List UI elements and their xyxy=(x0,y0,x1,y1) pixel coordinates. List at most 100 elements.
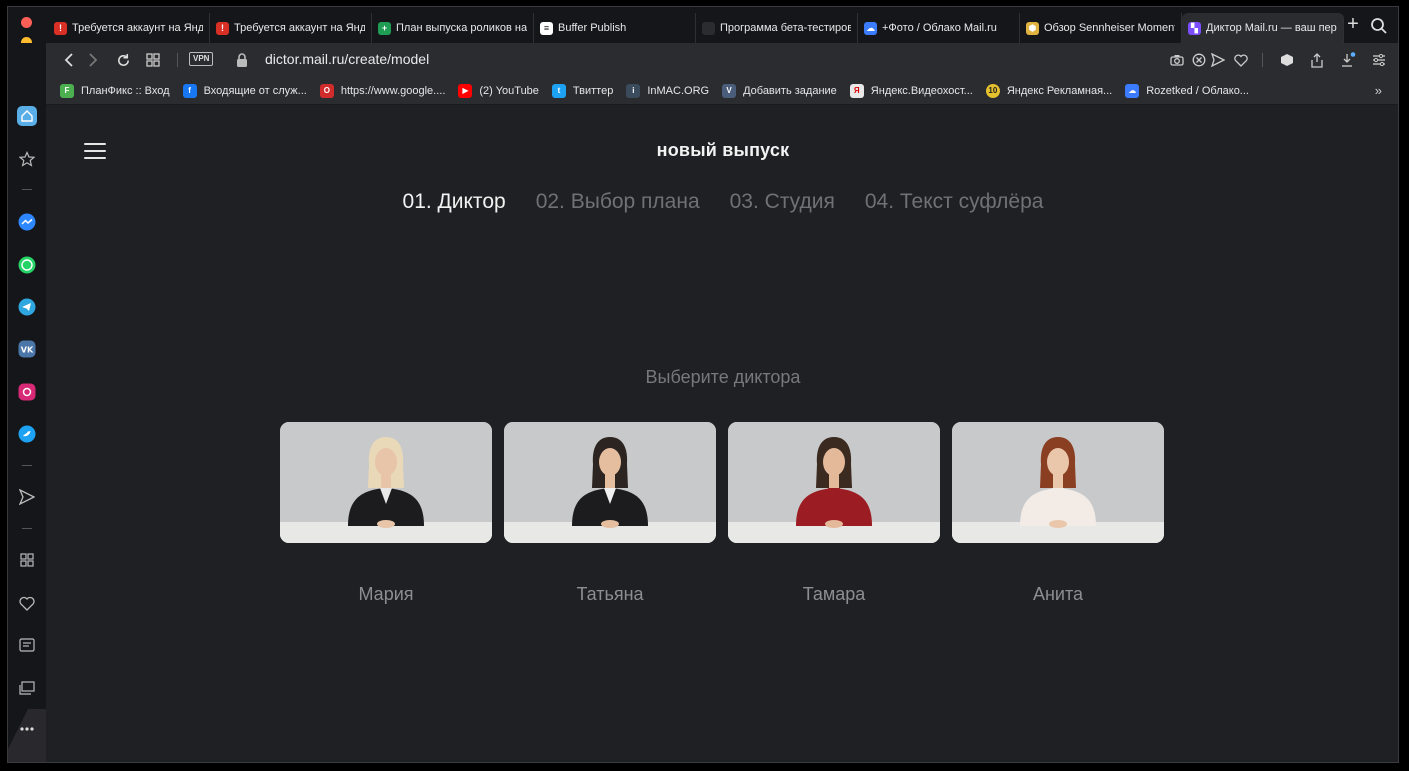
history-icon[interactable] xyxy=(17,678,37,698)
twitter-icon[interactable] xyxy=(17,424,37,444)
sidebar: VK xyxy=(8,43,133,762)
sidebar-separator xyxy=(22,528,32,529)
presenter-name: Мария xyxy=(358,584,414,604)
whatsapp-icon[interactable] xyxy=(17,255,37,275)
ad-block-icon[interactable] xyxy=(1190,51,1208,69)
lock-icon[interactable] xyxy=(233,51,251,69)
sheets-icon: + xyxy=(378,21,391,35)
bookmark-item[interactable]: ☁ Rozetked / Облако... xyxy=(1125,83,1249,98)
presenter-photo[interactable] xyxy=(952,422,1164,543)
vk-icon[interactable]: VK xyxy=(17,339,37,359)
instagram-icon[interactable] xyxy=(17,382,37,402)
tab-strip: ! Требуется аккаунт на Яндекс! Требуется а… xyxy=(8,7,1398,68)
new-tab-button[interactable]: + xyxy=(1343,13,1363,37)
bookmark-label: Добавить задание xyxy=(743,84,837,97)
star-icon[interactable] xyxy=(17,149,37,169)
share-icon[interactable] xyxy=(1308,51,1326,69)
presenter-photo[interactable] xyxy=(280,422,492,543)
v-icon: V xyxy=(722,83,737,98)
bookmark-label: InMAC.ORG xyxy=(647,84,710,97)
bookmark-label: Rozetked / Облако... xyxy=(1146,84,1249,97)
messenger-icon[interactable] xyxy=(17,212,37,232)
opera-icon: O xyxy=(319,83,334,98)
sidebar-separator xyxy=(22,465,32,466)
step-4[interactable]: 04. Текст суфлёра xyxy=(865,190,1044,214)
bookmarks-heart-icon[interactable] xyxy=(17,593,37,613)
more-options-icon[interactable] xyxy=(17,719,37,739)
page-title: новый выпуск xyxy=(656,140,790,160)
my-flow-icon[interactable] xyxy=(17,487,37,507)
presenter-card[interactable]: Тамара xyxy=(728,422,940,605)
bookmark-item[interactable]: Я Яндекс.Видеохост... xyxy=(849,83,973,98)
downloads-icon[interactable] xyxy=(1339,51,1357,69)
bookmark-item[interactable]: i InMAC.ORG xyxy=(626,83,710,98)
close-window-button[interactable] xyxy=(21,17,32,28)
vpn-badge[interactable]: VPN xyxy=(189,52,214,66)
page-content: новый выпуск 01. Диктор 02. Выбор плана 03… xyxy=(46,105,1398,762)
bookmark-item[interactable]: 10 Яндекс Рекламная... xyxy=(985,83,1113,98)
url-field[interactable]: dictor.mail.ru/create/model xyxy=(265,51,429,67)
presenter-name: Тамара xyxy=(802,584,866,604)
browser-tab[interactable]: ⬢ Обзор Sennheiser Momentum xyxy=(1020,13,1182,43)
bookmark-item[interactable]: ▶ (2) YouTube xyxy=(458,83,539,98)
news-icon[interactable] xyxy=(17,635,37,655)
search-tabs-icon[interactable] xyxy=(1370,17,1388,35)
browser-tab[interactable]: ! Требуется аккаунт на Яндекс xyxy=(48,13,210,43)
facebook-icon: f xyxy=(182,83,197,98)
buffer-icon: ≡ xyxy=(540,21,553,35)
camera-icon[interactable] xyxy=(1168,51,1186,69)
bookmark-item[interactable]: V Добавить задание xyxy=(722,83,837,98)
address-bar: VPN dictor.mail.ru/create/model xyxy=(46,43,1398,77)
reload-icon[interactable] xyxy=(114,51,132,69)
presenter-name: Анита xyxy=(1032,584,1084,604)
browser-tab[interactable]: + План выпуска роликов на xyxy=(372,13,534,43)
presenter-photo[interactable] xyxy=(728,422,940,543)
presenter-card[interactable]: Мария xyxy=(280,422,492,605)
speed-dial-icon[interactable] xyxy=(17,550,37,570)
youtube-icon: ▶ xyxy=(458,83,473,98)
step-3[interactable]: 03. Студия xyxy=(730,190,835,214)
browser-tab[interactable]: ☁ +Фото / Облако Mail.ru xyxy=(858,13,1020,43)
twitter-icon: t xyxy=(551,83,566,98)
telegram-icon[interactable] xyxy=(17,297,37,317)
inmac-icon: i xyxy=(626,83,641,98)
bookmark-label: ПланФикс :: Вход xyxy=(81,84,170,97)
presenter-name: Татьяна xyxy=(576,584,644,604)
browser-tab[interactable]: Программа бета-тестирования xyxy=(696,13,858,43)
bookmark-item[interactable]: f Входящие от служ... xyxy=(182,83,307,98)
bookmark-item[interactable]: t Твиттер xyxy=(551,83,613,98)
bookmark-item[interactable]: F ПланФикс :: Вход xyxy=(60,83,170,98)
browser-tab[interactable]: ! Требуется аккаунт на Яндекс xyxy=(210,13,372,43)
browser-tab[interactable]: ▚ Диктор Mail.ru — ваш персональный xyxy=(1182,13,1344,43)
home-icon[interactable] xyxy=(17,106,37,126)
presenter-photo[interactable] xyxy=(504,422,716,543)
step-1[interactable]: 01. Диктор xyxy=(403,190,506,214)
bookmark-label: https://www.google.... xyxy=(340,84,446,97)
tab-title: Buffer Publish xyxy=(558,22,627,34)
choose-presenter-label: Выберите диктора xyxy=(645,367,801,387)
svg-text:VK: VK xyxy=(21,346,34,355)
browser-tab[interactable]: ≡ Buffer Publish xyxy=(534,13,696,43)
tab-title: План выпуска роликов на xyxy=(396,22,527,34)
back-button[interactable] xyxy=(60,51,78,69)
tab-grid-icon[interactable] xyxy=(144,51,162,69)
tab-title: Программа бета-тестирования xyxy=(720,22,851,34)
bookmark-item[interactable]: Ohttps://www.google.... xyxy=(319,83,446,98)
heart-icon[interactable] xyxy=(1232,51,1250,69)
tabs: ! Требуется аккаунт на Яндекс! Требуется а… xyxy=(48,13,1344,43)
easy-setup-icon[interactable] xyxy=(1370,51,1388,69)
step-2[interactable]: 02. Выбор плана xyxy=(536,190,700,214)
presenter-card[interactable]: Анита xyxy=(952,422,1164,605)
bookmarks-overflow-icon[interactable]: » xyxy=(1375,83,1382,98)
presenter-cards: Мария Татьяна Тамара Анита xyxy=(280,422,1164,605)
browser-window: ! Требуется аккаунт на Яндекс! Требуется а… xyxy=(7,6,1399,763)
tab-title: +Фото / Облако Mail.ru xyxy=(882,22,997,34)
presenter-card[interactable]: Татьяна xyxy=(504,422,716,605)
send-icon[interactable] xyxy=(1209,51,1227,69)
tab-title: Требуется аккаунт на Яндекс xyxy=(234,22,365,34)
forward-button[interactable] xyxy=(84,51,102,69)
ten-badge-icon: 10 xyxy=(985,83,1000,98)
wallet-icon[interactable] xyxy=(1278,51,1296,69)
bookmark-label: (2) YouTube xyxy=(479,84,539,97)
bookmark-label: Яндекс Рекламная... xyxy=(1006,84,1113,97)
